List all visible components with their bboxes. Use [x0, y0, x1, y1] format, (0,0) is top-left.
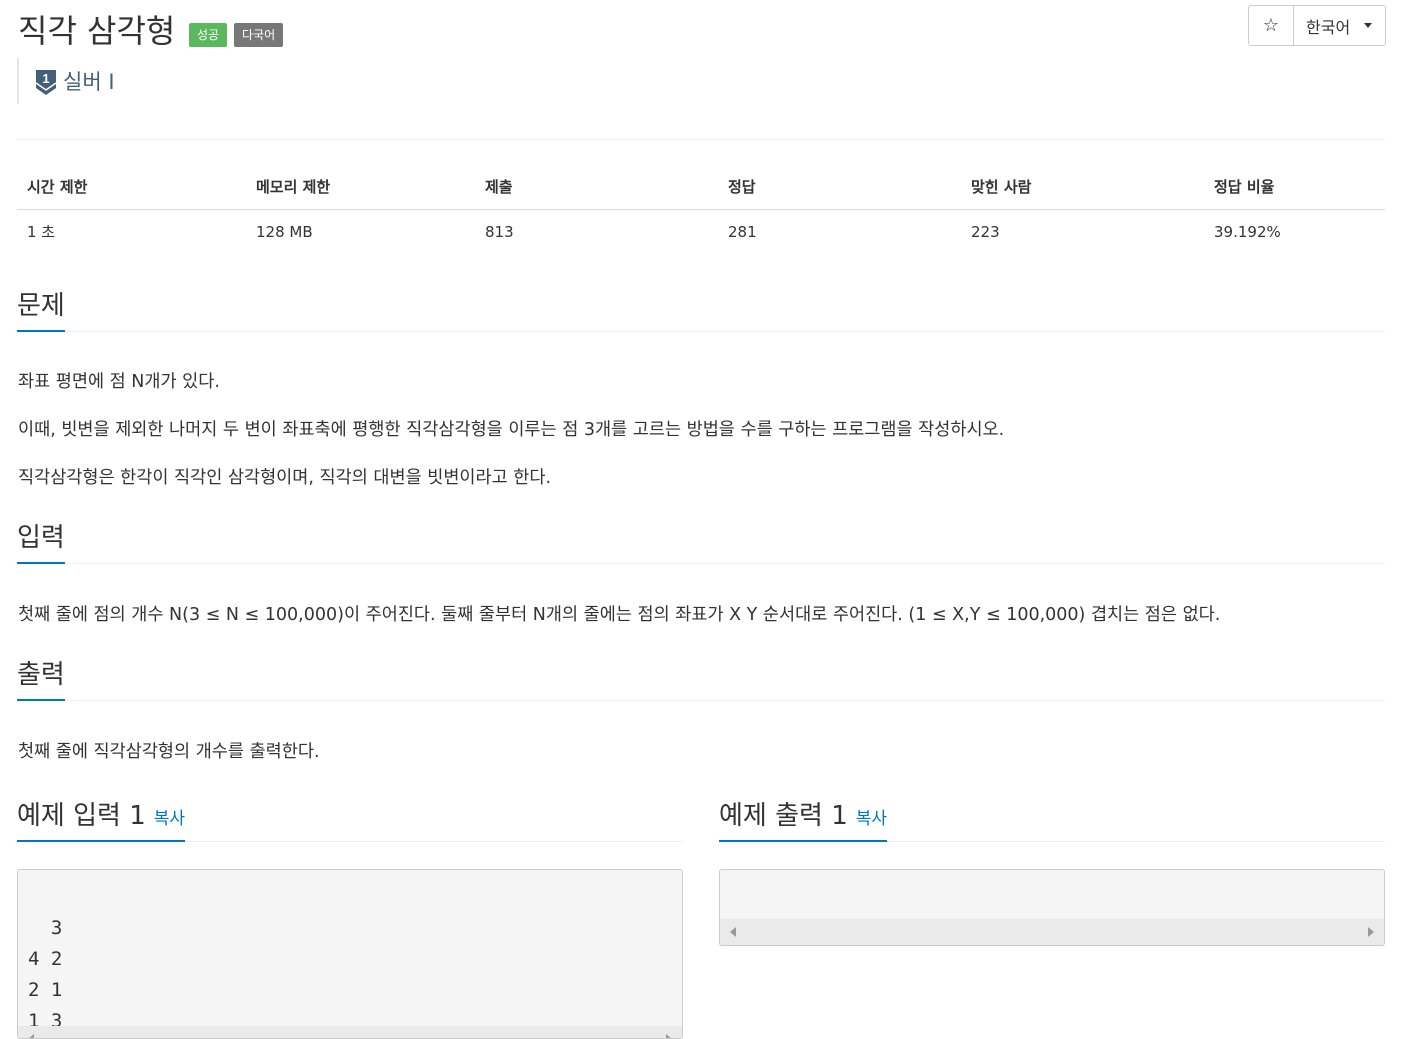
scroll-right-icon[interactable] — [1368, 927, 1374, 937]
description-paragraph: 직각삼각형은 한각이 직각인 삼각형이며, 직각의 대변을 빗변이라고 한다. — [18, 468, 552, 488]
table-header-row: 시간 제한 메모리 제한 제출 정답 맞힌 사람 정답 비율 — [17, 163, 1385, 210]
scroll-left-icon[interactable] — [28, 1034, 34, 1038]
horizontal-scrollbar[interactable] — [18, 1026, 682, 1038]
time-limit-value: 1 초 — [27, 223, 56, 241]
favorite-star-icon[interactable]: ☆ — [1249, 6, 1294, 45]
submissions-value: 813 — [485, 222, 514, 241]
solved-users-value: 223 — [971, 222, 1000, 241]
table-row: 1 초 128 MB 813 281 223 39.192% — [17, 210, 1385, 254]
problem-title: 직각 삼각형 — [18, 12, 176, 50]
tier-container — [17, 58, 19, 104]
input-description: 첫째 줄에 점의 개수 N(3 ≤ N ≤ 100,000)이 주어진다. 둘째… — [18, 605, 1221, 625]
section-input-title: 입력 — [17, 517, 65, 564]
header-accepted: 정답 — [718, 163, 961, 210]
horizontal-scrollbar[interactable] — [720, 919, 1384, 945]
language-label: 한국어 — [1306, 17, 1351, 37]
status-badge-multilang: 다국어 — [234, 23, 284, 47]
problem-info-table: 시간 제한 메모리 제한 제출 정답 맞힌 사람 정답 비율 1 초 128 M… — [17, 163, 1385, 253]
sample-input-header: 예제 입력 1 복사 — [17, 795, 683, 842]
sample-input-box[interactable]: 3 4 2 2 1 1 3 — [17, 869, 683, 1039]
section-output-title: 출력 — [17, 654, 65, 701]
copy-input-button[interactable]: 복사 — [154, 809, 185, 829]
section-description-title: 문제 — [17, 285, 65, 332]
tier-label[interactable]: 실버 I — [63, 66, 115, 96]
sample-input-heading: 예제 입력 1 복사 — [17, 795, 186, 842]
copy-output-button[interactable]: 복사 — [856, 809, 887, 829]
status-badge-success: 성공 — [189, 23, 228, 47]
description-paragraph: 좌표 평면에 점 N개가 있다. — [18, 372, 220, 392]
scroll-left-icon[interactable] — [730, 927, 736, 937]
toolbar: ☆ 한국어 — [1248, 5, 1386, 46]
ratio-value: 39.192% — [1214, 222, 1281, 241]
header-solved-users: 맞힌 사람 — [961, 163, 1204, 210]
header-ratio: 정답 비율 — [1204, 163, 1385, 210]
section-input-header: 입력 — [17, 517, 1385, 564]
description-paragraph: 이때, 빗변을 제외한 나머지 두 변이 좌표축에 평행한 직각삼각형을 이루는… — [18, 420, 1005, 440]
header-submissions: 제출 — [475, 163, 718, 210]
section-output-header: 출력 — [17, 654, 1385, 701]
section-description-header: 문제 — [17, 285, 1385, 332]
svg-text:1: 1 — [42, 71, 49, 86]
language-dropdown[interactable]: 한국어 — [1294, 6, 1385, 45]
sample-output-heading: 예제 출력 1 복사 — [719, 795, 888, 842]
silver-tier-icon: 1 — [35, 70, 57, 95]
sample-input-title: 예제 입력 1 — [17, 801, 146, 831]
accepted-value: 281 — [728, 222, 757, 241]
output-description: 첫째 줄에 직각삼각형의 개수를 출력한다. — [18, 742, 320, 762]
header-time-limit: 시간 제한 — [17, 163, 246, 210]
sample-output-box[interactable]: 0 — [719, 869, 1385, 946]
sample-output-header: 예제 출력 1 복사 — [719, 795, 1385, 842]
header-divider — [17, 139, 1385, 140]
memory-limit-value: 128 MB — [256, 222, 313, 241]
sample-output-title: 예제 출력 1 — [719, 801, 848, 831]
scroll-right-icon[interactable] — [666, 1034, 672, 1038]
header-memory-limit: 메모리 제한 — [246, 163, 475, 210]
sample-input-text: 3 4 2 2 1 1 3 — [28, 917, 63, 1032]
chevron-down-icon — [1364, 23, 1373, 28]
